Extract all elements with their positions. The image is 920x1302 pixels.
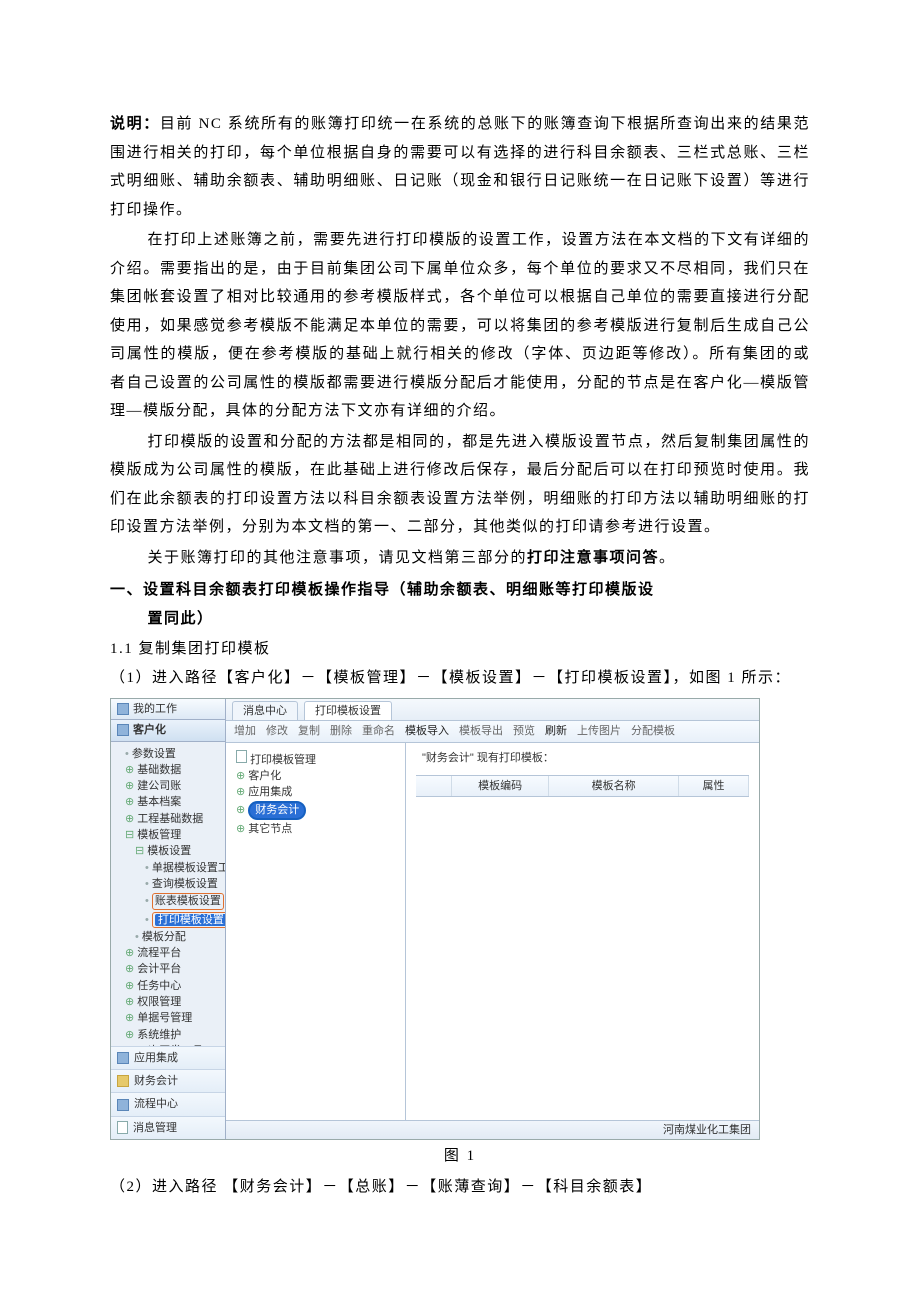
subsection-1-1: 1.1 复制集团打印模板 [110,635,810,664]
sidebar-mywork[interactable]: 我的工作 [111,699,225,720]
toolbar: 增加 修改 复制 删除 重命名 模板导入 模板导出 预览 刷新 上传图片 分配模… [226,721,759,742]
msg-label: 消息管理 [133,1121,177,1135]
grid-col-blank [416,776,452,796]
tree-basicfile[interactable]: 基本档案 [115,794,221,810]
fin-label: 财务会计 [134,1074,178,1088]
doc-icon [236,750,247,763]
step-1: （1）进入路径【客户化】－【模板管理】－【模板设置】－【打印模板设置】，如图 1… [110,664,810,693]
app-icon [117,1052,129,1064]
mywork-label: 我的工作 [133,702,177,716]
intro-paragraph: 说明：目前 NC 系统所有的账簿打印统一在系统的总账下的账簿查询下根据所查询出来… [110,110,810,224]
tree-print-template[interactable]: 打印模板设置 [115,911,221,929]
p4-c: 。 [659,550,676,566]
tab-msg-center[interactable]: 消息中心 [232,701,298,720]
tree-flow[interactable]: 流程平台 [115,945,221,961]
flow-label: 流程中心 [134,1097,178,1111]
section-1-title-line1: 一、设置科目余额表打印模板操作指导（辅助余额表、明细账等打印模版设 [110,576,810,605]
sidebar-bottom-fin[interactable]: 财务会计 [111,1069,225,1092]
intro-text: 目前 NC 系统所有的账簿打印统一在系统的总账下的账簿查询下根据所查询出来的结果… [110,116,810,218]
intro-label: 说明： [110,116,160,132]
mid-app[interactable]: 应用集成 [232,784,399,800]
tree-company[interactable]: 建公司账 [115,778,221,794]
toolbar-copy[interactable]: 复制 [298,724,320,738]
tree-print-template-box: 打印模板设置 [152,912,225,928]
step-2: （2）进入路径 【财务会计】－【总账】－【账薄查询】－【科目余额表】 [110,1173,810,1202]
toolbar-refresh[interactable]: 刷新 [545,724,567,738]
figure-1-caption: 图 1 [110,1142,810,1171]
grid-col-code[interactable]: 模板编码 [452,776,549,796]
sidebar: 我的工作 客户化 参数设置 基础数据 建公司账 基本档案 工程基础数据 模板管理… [111,699,226,1139]
toolbar-import[interactable]: 模板导入 [405,724,449,738]
grid-col-attr[interactable]: 属性 [679,776,749,796]
right-pane: "财务会计" 现有打印模板： 模板编码 模板名称 属性 [406,743,759,1120]
tree-task[interactable]: 任务中心 [115,978,221,994]
status-bar: 河南煤业化工集团 [226,1120,759,1139]
msg-icon [117,1121,128,1134]
section-1-title-line2: 置同此） [148,605,811,634]
paragraph-3: 打印模版的设置和分配的方法都是相同的，都是先进入模版设置节点，然后复制集团属性的… [110,428,810,542]
tree-bill-template[interactable]: 单据模板设置工具 [115,860,221,876]
sidebar-bottom-msg[interactable]: 消息管理 [111,1116,225,1139]
sidebar-bottom-flow[interactable]: 流程中心 [111,1092,225,1115]
toolbar-preview[interactable]: 预览 [513,724,535,738]
tree-template-set[interactable]: 模板设置 [115,843,221,859]
tree-query-template[interactable]: 查询模板设置 [115,876,221,892]
p4-a: 关于账簿打印的其他注意事项，请见文档第三部分的 [148,550,528,566]
tree-report-template[interactable]: 账表模板设置 [115,892,221,910]
sidebar-tree: 参数设置 基础数据 建公司账 基本档案 工程基础数据 模板管理 模板设置 单据模… [111,742,225,1046]
toolbar-add[interactable]: 增加 [234,724,256,738]
tree-sysmaint[interactable]: 系统维护 [115,1027,221,1043]
mid-kehuhua[interactable]: 客户化 [232,768,399,784]
tree-template-assign[interactable]: 模板分配 [115,929,221,945]
kehuhua-icon [117,724,129,736]
tree-template-mgmt[interactable]: 模板管理 [115,827,221,843]
mid-root[interactable]: 打印模板管理 [232,749,399,768]
toolbar-export[interactable]: 模板导出 [459,724,503,738]
app-label: 应用集成 [134,1051,178,1065]
tree-report-template-label: 账表模板设置 [152,893,224,909]
mid-other[interactable]: 其它节点 [232,821,399,837]
tree-engdata[interactable]: 工程基础数据 [115,811,221,827]
money-icon [117,1075,129,1087]
toolbar-del[interactable]: 删除 [330,724,352,738]
sidebar-header-kehuhua[interactable]: 客户化 [111,720,225,741]
sidebar-bottom-app[interactable]: 应用集成 [111,1046,225,1069]
main-panel: 消息中心 打印模板设置 增加 修改 复制 删除 重命名 模板导入 模板导出 预览… [226,699,759,1139]
mid-root-label: 打印模板管理 [250,754,316,766]
tab-print-template[interactable]: 打印模板设置 [304,701,392,720]
grid-col-name[interactable]: 模板名称 [549,776,679,796]
mid-fin[interactable]: 财务会计 [232,800,399,820]
tree-account-plat[interactable]: 会计平台 [115,961,221,977]
toolbar-edit[interactable]: 修改 [266,724,288,738]
toolbar-rename[interactable]: 重命名 [362,724,395,738]
mywork-icon [117,703,129,715]
flow-icon [117,1099,129,1111]
mid-tree: 打印模板管理 客户化 应用集成 财务会计 其它节点 [226,743,406,1120]
tabs-row: 消息中心 打印模板设置 [226,699,759,721]
screenshot-figure-1: 我的工作 客户化 参数设置 基础数据 建公司账 基本档案 工程基础数据 模板管理… [110,698,760,1140]
right-title: "财务会计" 现有打印模板： [416,751,749,765]
paragraph-2: 在打印上述账簿之前，需要先进行打印模版的设置工作，设置方法在本文档的下文有详细的… [110,226,810,426]
tree-param[interactable]: 参数设置 [115,746,221,762]
tree-print-template-label: 打印模板设置 [155,914,225,926]
p4-b: 打印注意事项问答 [527,550,659,566]
kehuhua-label: 客户化 [133,723,166,737]
toolbar-upload[interactable]: 上传图片 [577,724,621,738]
mid-fin-label: 财务会计 [248,801,306,819]
tree-auth[interactable]: 权限管理 [115,994,221,1010]
tree-basedata[interactable]: 基础数据 [115,762,221,778]
tree-billno[interactable]: 单据号管理 [115,1010,221,1026]
grid-header: 模板编码 模板名称 属性 [416,775,749,797]
paragraph-4: 关于账簿打印的其他注意事项，请见文档第三部分的打印注意事项问答。 [110,544,810,573]
toolbar-assign[interactable]: 分配模板 [631,724,675,738]
